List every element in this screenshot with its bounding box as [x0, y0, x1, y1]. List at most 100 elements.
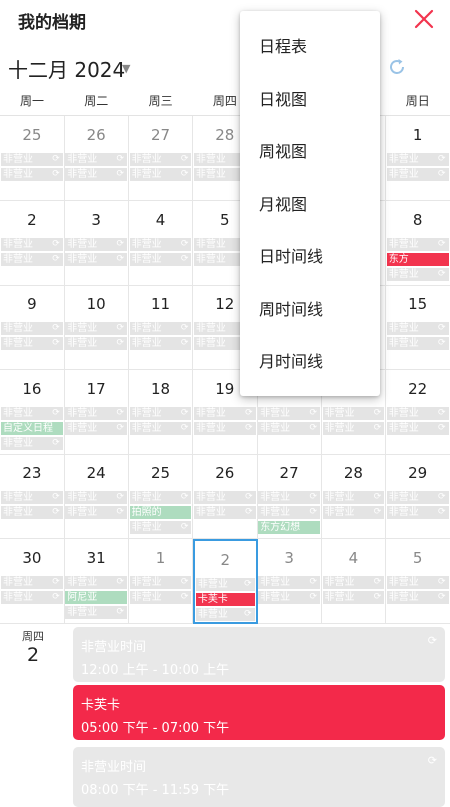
event-chip[interactable]: 非营业 ⟳ [193, 506, 256, 519]
calendar-day-cell[interactable]: 22 非营业 ⟳ 非营业 ⟳ [385, 369, 450, 455]
refresh-button[interactable] [386, 56, 408, 78]
calendar-day-cell[interactable]: 28 非营业 ⟳ 非营业 ⟳ [321, 454, 387, 539]
event-chip[interactable]: 非营业 ⟳ [65, 322, 128, 335]
event-chip[interactable]: 非营业 ⟳ [386, 506, 449, 519]
calendar-day-cell[interactable]: 26 非营业 ⟳ 非营业 ⟳ [64, 116, 130, 201]
event-chip[interactable]: 非营业 ⟳ [322, 421, 385, 435]
event-chip[interactable]: 非营业 ⟳ [65, 506, 128, 519]
event-chip[interactable]: 非营业 ⟳ [258, 406, 320, 420]
event-chip[interactable]: 非营业 ⟳ [322, 406, 385, 420]
event-chip[interactable]: 非营业 ⟳ [258, 421, 320, 435]
calendar-day-cell[interactable]: 5 非营业 ⟳ 非营业 ⟳ [385, 538, 450, 624]
event-chip[interactable]: 非营业 ⟳ [129, 491, 192, 504]
event-chip[interactable]: 拍照的 [129, 506, 192, 519]
event-chip[interactable]: 非营业 ⟳ [129, 406, 192, 420]
event-chip[interactable]: 东方幻想 [258, 521, 320, 534]
calendar-day-cell[interactable]: 9 非营业 ⟳ 非营业 ⟳ [0, 285, 65, 370]
event-chip[interactable]: 非营业 ⟳ [258, 575, 320, 589]
calendar-day-cell[interactable]: 27 非营业 ⟳ 非营业 ⟳ 东方幻想 [257, 454, 322, 539]
event-chip[interactable]: 非营业 ⟳ [322, 506, 385, 519]
event-chip[interactable]: 非营业 ⟳ [193, 491, 256, 504]
view-menu-item[interactable]: 月时间线 [240, 336, 380, 388]
event-chip[interactable]: 非营业 ⟳ [386, 421, 449, 435]
calendar-day-cell[interactable]: 25 非营业 ⟳ 非营业 ⟳ [0, 116, 65, 201]
view-menu-item[interactable]: 周视图 [240, 126, 380, 178]
agenda-event[interactable]: 非营业时间 08:00 下午 - 11:59 下午 ⟳ [73, 747, 445, 807]
event-chip[interactable]: 非营业 ⟳ [1, 153, 63, 166]
calendar-day-cell[interactable]: 1 非营业 ⟳ 非营业 ⟳ [385, 116, 450, 201]
calendar-day-cell[interactable]: 24 非营业 ⟳ 非营业 ⟳ [64, 454, 130, 539]
calendar-day-cell[interactable]: 26 非营业 ⟳ 非营业 ⟳ [192, 454, 258, 539]
event-chip[interactable]: 非营业 ⟳ [386, 153, 449, 166]
view-menu-item[interactable]: 日视图 [240, 74, 380, 126]
view-menu-item[interactable]: 周时间线 [240, 284, 380, 336]
event-chip[interactable]: 非营业 ⟳ [129, 521, 192, 534]
event-chip[interactable]: 非营业 ⟳ [386, 267, 449, 281]
calendar-day-cell[interactable]: 30 非营业 ⟳ 非营业 ⟳ [0, 538, 65, 624]
event-chip[interactable]: 非营业 ⟳ [65, 153, 128, 166]
event-chip[interactable]: 非营业 ⟳ [386, 237, 449, 251]
calendar-day-cell[interactable]: 29 非营业 ⟳ 非营业 ⟳ [385, 454, 450, 539]
close-button[interactable] [408, 4, 440, 34]
event-chip[interactable]: 非营业 ⟳ [65, 168, 128, 181]
event-chip[interactable]: 非营业 ⟳ [386, 491, 449, 504]
event-chip[interactable]: 非营业 ⟳ [1, 506, 63, 519]
event-chip[interactable]: 非营业 ⟳ [1, 491, 63, 504]
event-chip[interactable]: 非营业 ⟳ [1, 590, 63, 604]
event-chip[interactable]: 非营业 ⟳ [322, 491, 385, 504]
calendar-day-cell[interactable]: 31 非营业 ⟳ 阿尼亚 非营业 ⟳ [64, 538, 130, 624]
event-chip[interactable]: 非营业 ⟳ [65, 406, 128, 420]
caret-down-icon[interactable]: ▼ [122, 62, 130, 75]
calendar-day-cell[interactable]: 15 非营业 ⟳ 非营业 ⟳ [385, 285, 450, 370]
event-chip[interactable]: 非营业 ⟳ [386, 168, 449, 181]
event-chip[interactable]: 非营业 ⟳ [258, 590, 320, 604]
event-chip[interactable]: 非营业 ⟳ [65, 421, 128, 435]
agenda-event[interactable]: 卡芙卡 05:00 下午 - 07:00 下午 [73, 685, 445, 740]
calendar-day-cell[interactable]: 4 非营业 ⟳ 非营业 ⟳ [321, 538, 387, 624]
event-chip[interactable]: 非营业 ⟳ [65, 491, 128, 504]
event-chip[interactable]: 非营业 ⟳ [1, 436, 63, 450]
event-chip[interactable]: 东方 [386, 252, 449, 266]
event-chip[interactable]: 非营业 ⟳ [1, 322, 63, 335]
event-chip[interactable]: 自定义日程 [1, 421, 63, 435]
calendar-day-cell[interactable]: 10 非营业 ⟳ 非营业 ⟳ [64, 285, 130, 370]
calendar-day-cell[interactable]: 16 非营业 ⟳ 自定义日程 非营业 ⟳ [0, 369, 65, 455]
event-chip[interactable]: 非营业 ⟳ [65, 252, 128, 266]
view-menu-item[interactable]: 日程表 [240, 21, 380, 73]
event-chip[interactable]: 非营业 ⟳ [129, 252, 192, 266]
calendar-day-cell[interactable]: 8 非营业 ⟳ 东方 非营业 ⟳ [385, 200, 450, 286]
event-chip[interactable]: 非营业 ⟳ [322, 575, 385, 589]
event-chip[interactable]: 非营业 ⟳ [193, 421, 256, 435]
event-chip[interactable]: 非营业 ⟳ [65, 337, 128, 350]
event-chip[interactable]: 非营业 ⟳ [129, 337, 192, 350]
event-chip[interactable]: 非营业 ⟳ [129, 590, 192, 604]
calendar-day-cell[interactable]: 3 非营业 ⟳ 非营业 ⟳ [257, 538, 322, 624]
calendar-day-cell[interactable]: 25 非营业 ⟳ 拍照的 非营业 ⟳ [128, 454, 194, 539]
event-chip[interactable]: 非营业 ⟳ [193, 406, 256, 420]
calendar-day-cell[interactable]: 11 非营业 ⟳ 非营业 ⟳ [128, 285, 194, 370]
event-chip[interactable]: 卡芙卡 [195, 592, 255, 606]
calendar-day-cell[interactable]: 2 非营业 ⟳ 非营业 ⟳ [0, 200, 65, 286]
event-chip[interactable]: 非营业 ⟳ [65, 605, 128, 619]
event-chip[interactable]: 非营业 ⟳ [386, 406, 449, 420]
event-chip[interactable]: 非营业 ⟳ [386, 590, 449, 604]
calendar-day-cell[interactable]: 18 非营业 ⟳ 非营业 ⟳ [128, 369, 194, 455]
event-chip[interactable]: 非营业 ⟳ [1, 406, 63, 420]
event-chip[interactable]: 非营业 ⟳ [195, 577, 255, 591]
event-chip[interactable]: 非营业 ⟳ [129, 421, 192, 435]
event-chip[interactable]: 非营业 ⟳ [195, 607, 255, 621]
event-chip[interactable]: 非营业 ⟳ [1, 168, 63, 181]
event-chip[interactable]: 非营业 ⟳ [386, 337, 449, 350]
event-chip[interactable]: 非营业 ⟳ [386, 575, 449, 589]
event-chip[interactable]: 非营业 ⟳ [129, 322, 192, 335]
event-chip[interactable]: 非营业 ⟳ [1, 575, 63, 589]
view-menu-item[interactable]: 月视图 [240, 179, 380, 231]
event-chip[interactable]: 非营业 ⟳ [386, 322, 449, 335]
event-chip[interactable]: 非营业 ⟳ [129, 153, 192, 166]
agenda-event[interactable]: 非营业时间 12:00 上午 - 10:00 上午 ⟳ [73, 627, 445, 682]
event-chip[interactable]: 非营业 ⟳ [258, 506, 320, 519]
calendar-day-cell[interactable]: 17 非营业 ⟳ 非营业 ⟳ [64, 369, 130, 455]
month-label[interactable]: 十二月 2024 [8, 54, 125, 83]
event-chip[interactable]: 非营业 ⟳ [129, 575, 192, 589]
event-chip[interactable]: 非营业 ⟳ [129, 168, 192, 181]
